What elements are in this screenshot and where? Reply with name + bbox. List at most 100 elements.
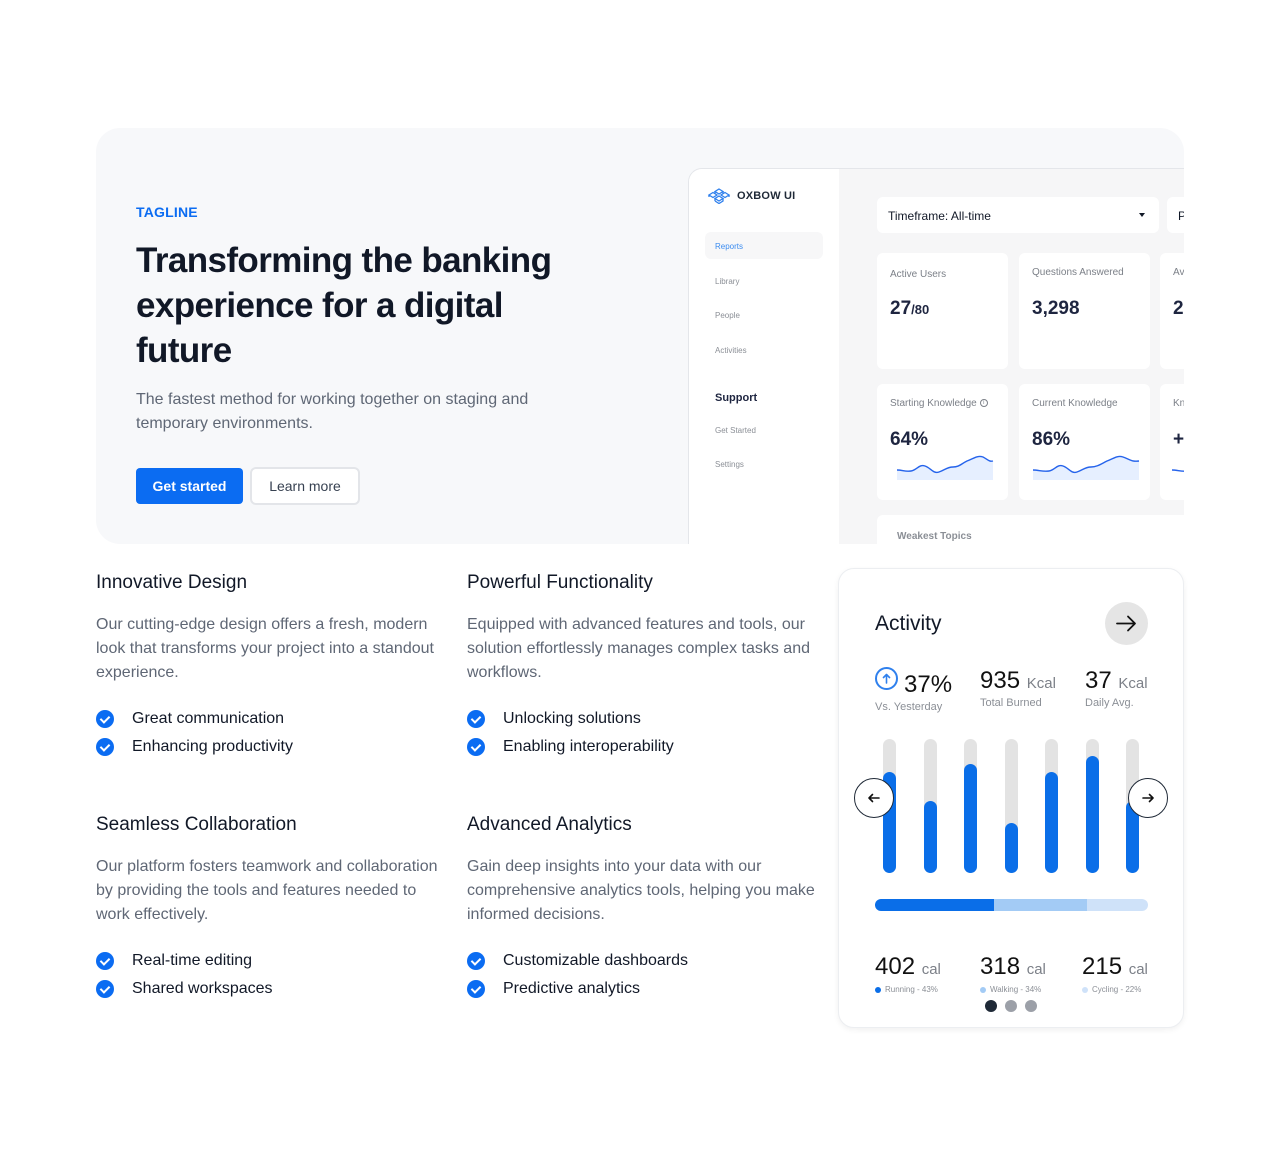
breakdown-unit: cal — [921, 961, 941, 978]
feature-title: Advanced Analytics — [467, 814, 632, 835]
sidebar-item-people[interactable]: People — [715, 311, 740, 320]
caret-down-icon — [1139, 213, 1145, 217]
stat-value: 37 — [1085, 667, 1112, 694]
feature-list-item: Enabling interoperability — [467, 733, 817, 761]
feature-description: Our platform fosters teamwork and collab… — [96, 858, 438, 923]
secondary-dropdown[interactable]: P — [1167, 197, 1184, 233]
legend-dot — [1082, 986, 1088, 993]
carousel-pager — [985, 1000, 1037, 1012]
stat-value: 3,298 — [1032, 298, 1080, 319]
breakdown-label: Cycling - 22% — [1092, 985, 1142, 994]
chart-prev-button[interactable] — [854, 778, 894, 818]
brand-name: OXBOW UI — [737, 190, 796, 202]
timeframe-dropdown-value: Timeframe: All-time — [888, 209, 991, 223]
stat-card-questions-answered: Questions Answered 3,298 — [1019, 253, 1150, 369]
stat-total-burned: 935 Kcal Total Burned — [980, 667, 1056, 709]
oxbow-logo-icon — [707, 188, 731, 204]
stat-label: Active Users — [890, 269, 947, 280]
feature-item-text: Enabling interoperability — [503, 738, 674, 755]
stat-unit: Kcal — [1026, 675, 1056, 692]
feature-powerful-functionality: Powerful Functionality Equipped with adv… — [467, 571, 817, 761]
check-circle-icon — [467, 710, 485, 728]
sidebar-item-reports[interactable]: Reports — [715, 242, 743, 251]
knowledge-card-current: Current Knowledge 86% — [1019, 384, 1150, 500]
sidebar-item-activities[interactable]: Activities — [715, 346, 747, 355]
breakdown-value: 318 — [980, 953, 1021, 980]
feature-list-item: Predictive analytics — [467, 975, 817, 1003]
check-circle-icon — [96, 710, 114, 728]
stat-value: 37% — [904, 671, 953, 698]
sidebar-item-settings[interactable]: Settings — [715, 460, 744, 469]
pager-dot[interactable] — [1005, 1000, 1017, 1012]
breakdown-progress-bar — [875, 899, 1148, 911]
check-circle-icon — [96, 980, 114, 998]
knowledge-label: Kn — [1173, 398, 1184, 409]
activity-bar-chart — [875, 739, 1155, 873]
hero-tagline: TAGLINE — [136, 204, 198, 220]
progress-segment — [875, 899, 994, 911]
stat-label: Vs. Yesterday — [875, 701, 943, 713]
learn-more-button[interactable]: Learn more — [250, 467, 360, 505]
arrow-right-icon — [1142, 793, 1154, 803]
breakdown-value: 215 — [1082, 953, 1123, 980]
check-circle-icon — [467, 980, 485, 998]
feature-title: Seamless Collaboration — [96, 814, 297, 835]
timeframe-dropdown[interactable]: Timeframe: All-time — [877, 197, 1159, 233]
feature-item-text: Real-time editing — [132, 952, 253, 969]
check-circle-icon — [96, 738, 114, 756]
brand-logo[interactable]: OXBOW UI — [707, 188, 795, 204]
stat-label: Av — [1173, 267, 1184, 278]
feature-innovative-design: Innovative Design Our cutting-edge desig… — [96, 571, 446, 761]
sidebar-item-get-started[interactable]: Get Started — [715, 426, 756, 435]
bar-fill — [964, 764, 977, 873]
sidebar-support-heading: Support — [715, 392, 758, 404]
feature-title: Innovative Design — [96, 572, 248, 593]
feature-item-text: Shared workspaces — [132, 980, 273, 997]
check-circle-icon — [467, 738, 485, 756]
feature-item-text: Unlocking solutions — [503, 710, 641, 727]
feature-list: Customizable dashboards Predictive analy… — [467, 947, 817, 1003]
knowledge-label: Starting Knowledge i — [890, 398, 988, 409]
stat-daily-avg: 37 Kcal Daily Avg. — [1085, 667, 1148, 709]
knowledge-card-starting: Starting Knowledge i 64% — [877, 384, 1008, 500]
legend-dot — [875, 986, 881, 993]
feature-item-text: Predictive analytics — [503, 980, 640, 997]
stat-value-main: 27 — [890, 298, 912, 319]
bar-track — [1085, 739, 1099, 873]
feature-advanced-analytics: Advanced Analytics Gain deep insights in… — [467, 813, 817, 1003]
knowledge-label: Current Knowledge — [1032, 398, 1118, 409]
breakdown-unit: cal — [1026, 961, 1046, 978]
bar-fill — [1045, 772, 1058, 873]
stat-value-suffix: /80 — [911, 302, 930, 317]
progress-segment — [993, 899, 1088, 911]
legend-dot — [980, 986, 986, 993]
knowledge-label-text: Starting Knowledge — [890, 398, 977, 409]
knowledge-value: + — [1173, 429, 1184, 450]
feature-list-item: Enhancing productivity — [96, 733, 446, 761]
weakest-topics-label: Weakest Topics — [897, 531, 972, 542]
breakdown-label: Walking - 34% — [990, 985, 1042, 994]
activity-next-button[interactable] — [1105, 602, 1148, 645]
feature-list-item: Customizable dashboards — [467, 947, 817, 975]
bar-track — [1004, 739, 1018, 873]
feature-item-text: Enhancing productivity — [132, 738, 293, 755]
breakdown-running: 402 cal Running - 43% — [875, 953, 941, 994]
pager-dot[interactable] — [985, 1000, 997, 1012]
info-icon[interactable]: i — [979, 399, 988, 408]
breakdown-unit: cal — [1128, 961, 1148, 978]
sidebar-item-library[interactable]: Library — [715, 277, 739, 286]
get-started-button[interactable]: Get started — [136, 468, 243, 504]
feature-list-item: Real-time editing — [96, 947, 446, 975]
weakest-topics-card: Weakest Topics — [877, 515, 1184, 544]
sparkline-gain — [1172, 469, 1184, 472]
feature-item-text: Great communication — [132, 710, 285, 727]
bar-track — [1045, 739, 1058, 873]
dashboard-sidebar: OXBOW UI Reports Library People Activiti… — [689, 169, 839, 544]
feature-list-item: Great communication — [96, 705, 446, 733]
chart-next-button[interactable] — [1128, 778, 1168, 818]
hero-subtitle: The fastest method for working together … — [136, 391, 529, 432]
progress-segment — [1087, 899, 1148, 911]
feature-list-item: Shared workspaces — [96, 975, 446, 1003]
pager-dot[interactable] — [1025, 1000, 1037, 1012]
stat-value: 2 — [1173, 298, 1184, 319]
